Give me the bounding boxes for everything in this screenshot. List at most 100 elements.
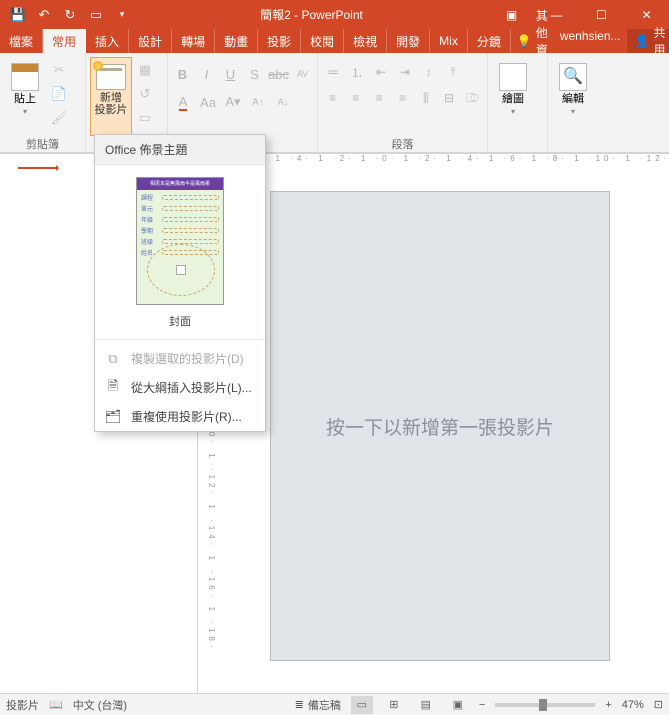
layout-button[interactable]: ▦ [134, 59, 156, 81]
justify-button[interactable]: ≡ [392, 87, 413, 109]
share-icon: 👤 [635, 34, 650, 48]
char-spacing-button[interactable]: AV [292, 63, 313, 85]
thumb-field-label: 班級 [141, 237, 159, 246]
bullets-button[interactable]: ≔ [322, 61, 344, 83]
canvas-placeholder-text: 按一下以新增第一張投影片 [326, 413, 554, 440]
save-button[interactable]: 💾 [6, 3, 30, 27]
bold-button[interactable]: B [172, 63, 193, 85]
notes-icon: ≣ [295, 698, 304, 711]
group-paragraph: ≔ ⒈ ⇤ ⇥ ↕ ⤒ ≡ ≡ ≡ ≡ ⫼ ⊟ ⎄ 段落 [318, 53, 488, 152]
tab-slideshow[interactable]: 投影 [258, 29, 301, 53]
reuse-icon: 🗂 [105, 409, 121, 425]
menu-item-label: 重複使用投影片(R)... [131, 408, 242, 425]
italic-button[interactable]: I [196, 63, 217, 85]
editing-button[interactable]: 🔍編輯▾ [552, 57, 594, 136]
tab-design[interactable]: 設計 [129, 29, 172, 53]
new-slide-gallery: Office 佈景主題 相思本是無風雨半是風雨柔 課程 單元 年級 學期 班級 … [94, 134, 266, 432]
zoom-level[interactable]: 47% [622, 699, 644, 711]
thumb-field-label: 年級 [141, 215, 159, 224]
align-left-button[interactable]: ≡ [322, 87, 343, 109]
notes-label: 備忘稿 [308, 697, 341, 713]
notes-button[interactable]: ≣ 備忘稿 [295, 697, 341, 713]
tab-insert[interactable]: 插入 [86, 29, 129, 53]
tab-addin[interactable]: 分鏡 [468, 29, 511, 53]
chevron-down-icon: ▾ [23, 107, 27, 116]
tell-me-search[interactable]: 💡其他資訊 [511, 29, 554, 53]
outline-icon: 🗎 [105, 380, 121, 396]
tab-view[interactable]: 檢視 [344, 29, 387, 53]
layout-thumbnail-cover[interactable]: 相思本是無風雨半是風雨柔 課程 單元 年級 學期 班級 姓名 [136, 177, 224, 305]
align-right-button[interactable]: ≡ [369, 87, 390, 109]
redo-button[interactable]: ↻ [58, 3, 82, 27]
zoom-slider[interactable] [495, 703, 595, 707]
underline-button[interactable]: U [220, 63, 241, 85]
slideshow-view-button[interactable]: ▣ [447, 696, 469, 714]
menu-item-label: 從大綱插入投影片(L)... [131, 379, 252, 396]
section-button[interactable]: ▭ [134, 107, 156, 129]
drawing-button[interactable]: 繪圖▾ [492, 57, 534, 136]
tab-developer[interactable]: 開發 [387, 29, 430, 53]
cut-button[interactable]: ✂ [48, 59, 70, 81]
sorter-view-button[interactable]: ⊞ [383, 696, 405, 714]
maximize-button[interactable]: ☐ [579, 0, 624, 29]
numbering-button[interactable]: ⒈ [346, 61, 368, 83]
duplicate-icon: ⧉ [105, 351, 121, 367]
reset-button[interactable]: ↺ [134, 83, 156, 105]
increase-indent-button[interactable]: ⇥ [394, 61, 416, 83]
fit-to-window-button[interactable]: ⊡ [654, 698, 663, 711]
line-spacing-button[interactable]: ↕ [418, 61, 440, 83]
clear-format-button[interactable]: A▾ [222, 91, 244, 113]
align-center-button[interactable]: ≡ [345, 87, 366, 109]
window-controls: ▣ — ☐ ✕ [489, 0, 669, 29]
account-name[interactable]: wenhsien... [554, 29, 627, 53]
decrease-indent-button[interactable]: ⇤ [370, 61, 392, 83]
menu-item-label: 複製選取的投影片(D) [131, 350, 244, 367]
language-indicator[interactable]: 中文 (台灣) [73, 697, 127, 713]
convert-smartart-button[interactable]: ⎄ [462, 87, 483, 109]
ribbon-display-button[interactable]: ▣ [489, 0, 534, 29]
new-slide-label: 新增 投影片 [95, 92, 128, 116]
format-painter-button[interactable]: 🖌 [48, 107, 70, 129]
menu-slides-from-outline[interactable]: 🗎 從大綱插入投影片(L)... [95, 373, 265, 402]
tab-review[interactable]: 校閱 [301, 29, 344, 53]
reading-view-button[interactable]: ▤ [415, 696, 437, 714]
slide-canvas[interactable]: 按一下以新增第一張投影片 [270, 191, 610, 661]
shrink-font-button[interactable]: A↓ [272, 91, 294, 113]
thumb-field-line [162, 206, 219, 211]
zoom-out-button[interactable]: − [479, 699, 485, 711]
gallery-title: Office 佈景主題 [95, 135, 265, 165]
zoom-slider-thumb[interactable] [539, 699, 547, 711]
new-slide-button[interactable]: 新增 投影片 [90, 57, 132, 136]
slide-indicator[interactable]: 投影片 [6, 697, 39, 713]
shadow-button[interactable]: S [244, 63, 265, 85]
quick-access-toolbar: 💾 ↶ ↻ ▭ ▾ [0, 3, 134, 27]
qat-customize-button[interactable]: ▾ [110, 3, 134, 27]
copy-button[interactable]: 📄 [48, 83, 70, 105]
tab-home[interactable]: 常用 [43, 29, 86, 53]
tab-mix[interactable]: Mix [430, 29, 468, 53]
share-button[interactable]: 👤共用 [627, 29, 669, 53]
tab-transitions[interactable]: 轉場 [172, 29, 215, 53]
change-case-button[interactable]: Aa [197, 91, 219, 113]
menu-reuse-slides[interactable]: 🗂 重複使用投影片(R)... [95, 402, 265, 431]
normal-view-button[interactable]: ▭ [351, 696, 373, 714]
thumb-field-line [162, 228, 219, 233]
spellcheck-icon[interactable]: 📖 [49, 698, 63, 711]
status-bar: 投影片 📖 中文 (台灣) ≣ 備忘稿 ▭ ⊞ ▤ ▣ − + 47% ⊡ [0, 693, 669, 715]
columns-button[interactable]: ⫼ [415, 87, 436, 109]
group-paragraph-label: 段落 [322, 136, 483, 152]
chevron-down-icon: ▾ [511, 107, 515, 116]
align-text-button[interactable]: ⊟ [438, 87, 459, 109]
zoom-in-button[interactable]: + [605, 699, 611, 711]
tab-file[interactable]: 檔案 [0, 29, 43, 53]
tab-animations[interactable]: 動畫 [215, 29, 258, 53]
group-drawing: 繪圖▾ [488, 53, 548, 152]
start-from-beginning-button[interactable]: ▭ [84, 3, 108, 27]
grow-font-button[interactable]: A↑ [247, 91, 269, 113]
font-color-button[interactable]: A [172, 91, 194, 113]
strikethrough-button[interactable]: abc [268, 63, 289, 85]
undo-button[interactable]: ↶ [32, 3, 56, 27]
text-direction-button[interactable]: ⤒ [442, 61, 464, 83]
paste-button[interactable]: 貼上 ▾ [4, 57, 46, 136]
paste-label: 貼上 [14, 93, 36, 105]
